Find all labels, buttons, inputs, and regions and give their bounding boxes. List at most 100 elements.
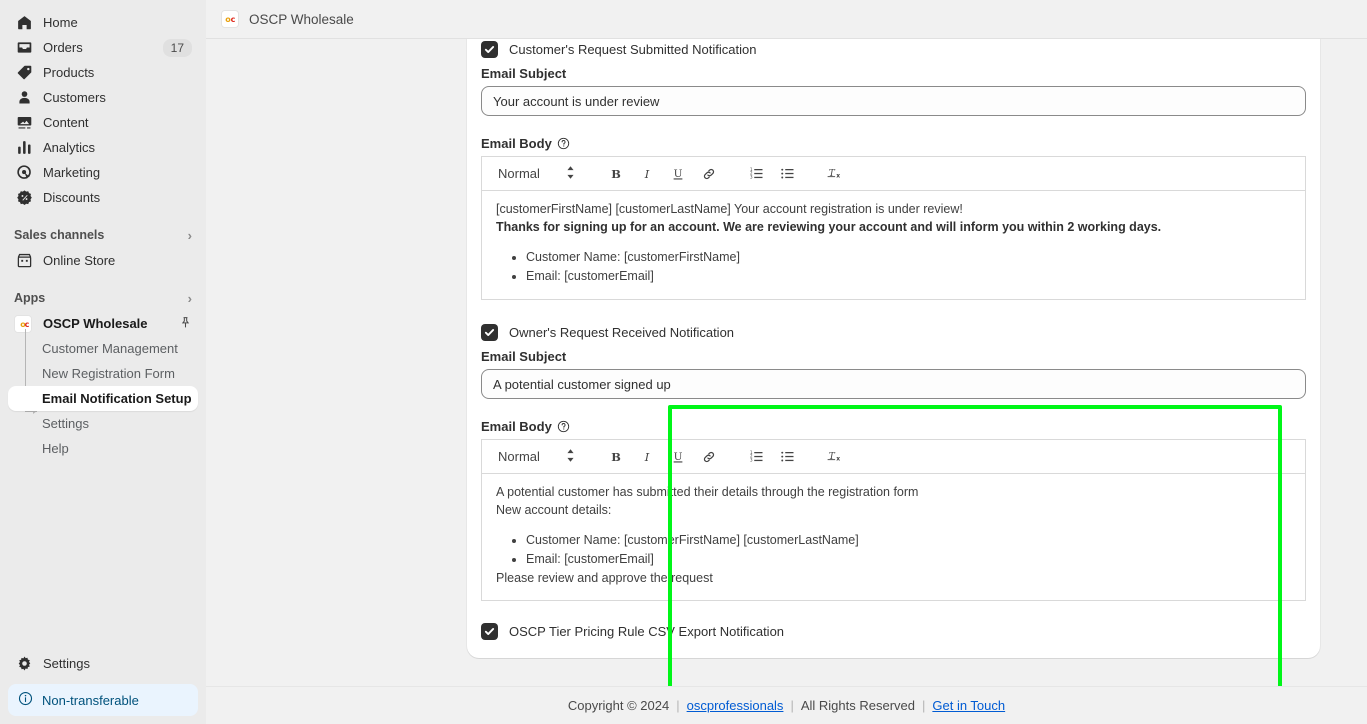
email-body-editor-2[interactable]: Normal B I (481, 439, 1306, 600)
email-subject-label: Email Subject (481, 349, 1306, 364)
bullet-list-icon[interactable] (772, 159, 803, 189)
svg-text:x: x (837, 173, 841, 180)
body-line: Please review and approve the request (496, 570, 1291, 587)
body-bullet: Email: [customerEmail] (526, 268, 1291, 285)
sidebar-item-label: Products (43, 65, 192, 80)
rights-text: All Rights Reserved (801, 698, 915, 713)
sidebar-subitem-label: Email Notification Setup (42, 391, 192, 406)
italic-icon[interactable]: I (632, 159, 663, 189)
main-area: oc OSCP Wholesale Customer Name: [custom… (206, 0, 1367, 724)
sidebar-item-home[interactable]: Home (8, 10, 198, 35)
sidebar-item-settings-app[interactable]: Settings (8, 411, 198, 436)
body-bullet: Email: [customerEmail] (526, 551, 1291, 568)
non-transferable-label: Non-transferable (42, 693, 139, 708)
underline-icon[interactable]: U (663, 442, 694, 472)
checkbox-label: Customer's Request Submitted Notificatio… (509, 42, 756, 57)
sidebar-item-label: Online Store (43, 253, 192, 268)
bullet-list-icon[interactable] (772, 442, 803, 472)
get-in-touch-link[interactable]: Get in Touch (932, 698, 1005, 713)
checkbox-row-customer-request[interactable]: Customer's Request Submitted Notificatio… (481, 41, 1306, 58)
checkbox-row-owner-request[interactable]: Owner's Request Received Notification (481, 324, 1306, 341)
scroll-area[interactable]: Customer Name: [customerFirstName] • Ema… (206, 39, 1367, 686)
email-notification-card: Customer Name: [customerFirstName] • Ema… (467, 39, 1320, 658)
sales-channels-label: Sales channels (14, 228, 104, 242)
sidebar-item-customers[interactable]: Customers (8, 85, 198, 110)
email-body-label: Email Body (481, 136, 1306, 151)
chevron-updown-icon (566, 166, 575, 182)
svg-text:I: I (644, 167, 650, 181)
sidebar-item-label: Settings (43, 656, 192, 671)
editor-content[interactable]: [customerFirstName] [customerLastName] Y… (482, 191, 1305, 299)
email-subject-value: Your account is under review (493, 94, 659, 109)
checkbox-row-csv-export[interactable]: OSCP Tier Pricing Rule CSV Export Notifi… (481, 623, 1306, 640)
format-select[interactable]: Normal (488, 166, 585, 182)
svg-text:U: U (674, 451, 683, 463)
separator: | (676, 698, 679, 713)
gear-icon (14, 654, 34, 674)
apps-section-header[interactable]: Apps › (8, 287, 198, 309)
sidebar-item-analytics[interactable]: Analytics (8, 135, 198, 160)
help-icon[interactable] (557, 420, 570, 433)
clear-format-icon[interactable]: Tx (819, 159, 850, 189)
sidebar-item-marketing[interactable]: Marketing (8, 160, 198, 185)
section-customer-request-submitted: Customer's Request Submitted Notificatio… (467, 41, 1320, 300)
format-select[interactable]: Normal (488, 449, 585, 465)
sidebar-item-new-registration-form[interactable]: New Registration Form (8, 361, 198, 386)
sidebar-item-customer-management[interactable]: Customer Management (8, 336, 198, 361)
sidebar-item-online-store[interactable]: Online Store (8, 248, 198, 273)
online-store-icon (14, 251, 34, 271)
editor-content[interactable]: A potential customer has submitted their… (482, 474, 1305, 599)
checkbox-owner-request-received[interactable] (481, 324, 498, 341)
sidebar-item-content[interactable]: Content (8, 110, 198, 135)
sidebar-item-orders[interactable]: Orders 17 (8, 35, 198, 60)
sidebar-item-discounts[interactable]: Discounts (8, 185, 198, 210)
editor-toolbar[interactable]: Normal B I (482, 440, 1305, 474)
app-topbar: oc OSCP Wholesale (206, 0, 1367, 39)
svg-text:3: 3 (750, 458, 753, 463)
pin-icon[interactable] (179, 316, 192, 332)
content-icon (14, 113, 34, 133)
sales-channels-section-header[interactable]: Sales channels › (8, 224, 198, 246)
link-icon[interactable] (694, 442, 725, 472)
sidebar-item-label: Home (43, 15, 192, 30)
checkbox-tier-pricing-csv-export[interactable] (481, 623, 498, 640)
sidebar-item-label: Content (43, 115, 192, 130)
sidebar-bottom: Settings Non-transferable (0, 651, 206, 724)
sidebar-item-email-notification-setup[interactable]: Email Notification Setup (8, 386, 198, 411)
sidebar-item-help[interactable]: Help (8, 436, 198, 461)
link-icon[interactable] (694, 159, 725, 189)
svg-text:B: B (612, 450, 622, 464)
italic-icon[interactable]: I (632, 442, 663, 472)
customers-icon (14, 88, 34, 108)
sidebar-item-products[interactable]: Products (8, 60, 198, 85)
sidebar-app-oscp-wholesale[interactable]: oc OSCP Wholesale (8, 311, 198, 336)
svg-text:T: T (829, 452, 836, 462)
ordered-list-icon[interactable]: 123 (741, 442, 772, 472)
help-icon[interactable] (557, 137, 570, 150)
ordered-list-icon[interactable]: 123 (741, 159, 772, 189)
discounts-icon (14, 188, 34, 208)
non-transferable-banner[interactable]: Non-transferable (8, 684, 198, 716)
sidebar-subitem-label: Help (42, 441, 69, 456)
body-bullet: Customer Name: [customerFirstName] (526, 249, 1291, 266)
sidebar-item-label: Analytics (43, 140, 192, 155)
checkbox-label: Owner's Request Received Notification (509, 325, 734, 340)
email-body-label: Email Body (481, 419, 1306, 434)
email-subject-input[interactable]: Your account is under review (481, 86, 1306, 116)
oscp-logo-icon: oc (14, 315, 32, 333)
body-bullets: Customer Name: [customerFirstName] [cust… (526, 532, 1291, 569)
bold-icon[interactable]: B (601, 159, 632, 189)
sidebar-subitem-label: Customer Management (42, 341, 178, 356)
underline-icon[interactable]: U (663, 159, 694, 189)
body-bullet: Customer Name: [customerFirstName] [cust… (526, 532, 1291, 549)
oscprofessionals-link[interactable]: oscprofessionals (687, 698, 784, 713)
app-title: OSCP Wholesale (249, 12, 354, 27)
checkbox-customer-request-submitted[interactable] (481, 41, 498, 58)
svg-text:I: I (644, 450, 650, 464)
email-subject-input[interactable]: A potential customer signed up (481, 369, 1306, 399)
sidebar-item-settings[interactable]: Settings (8, 651, 198, 676)
clear-format-icon[interactable]: Tx (819, 442, 850, 472)
bold-icon[interactable]: B (601, 442, 632, 472)
editor-toolbar[interactable]: Normal B I (482, 157, 1305, 191)
email-body-editor-1[interactable]: Normal B I (481, 156, 1306, 300)
